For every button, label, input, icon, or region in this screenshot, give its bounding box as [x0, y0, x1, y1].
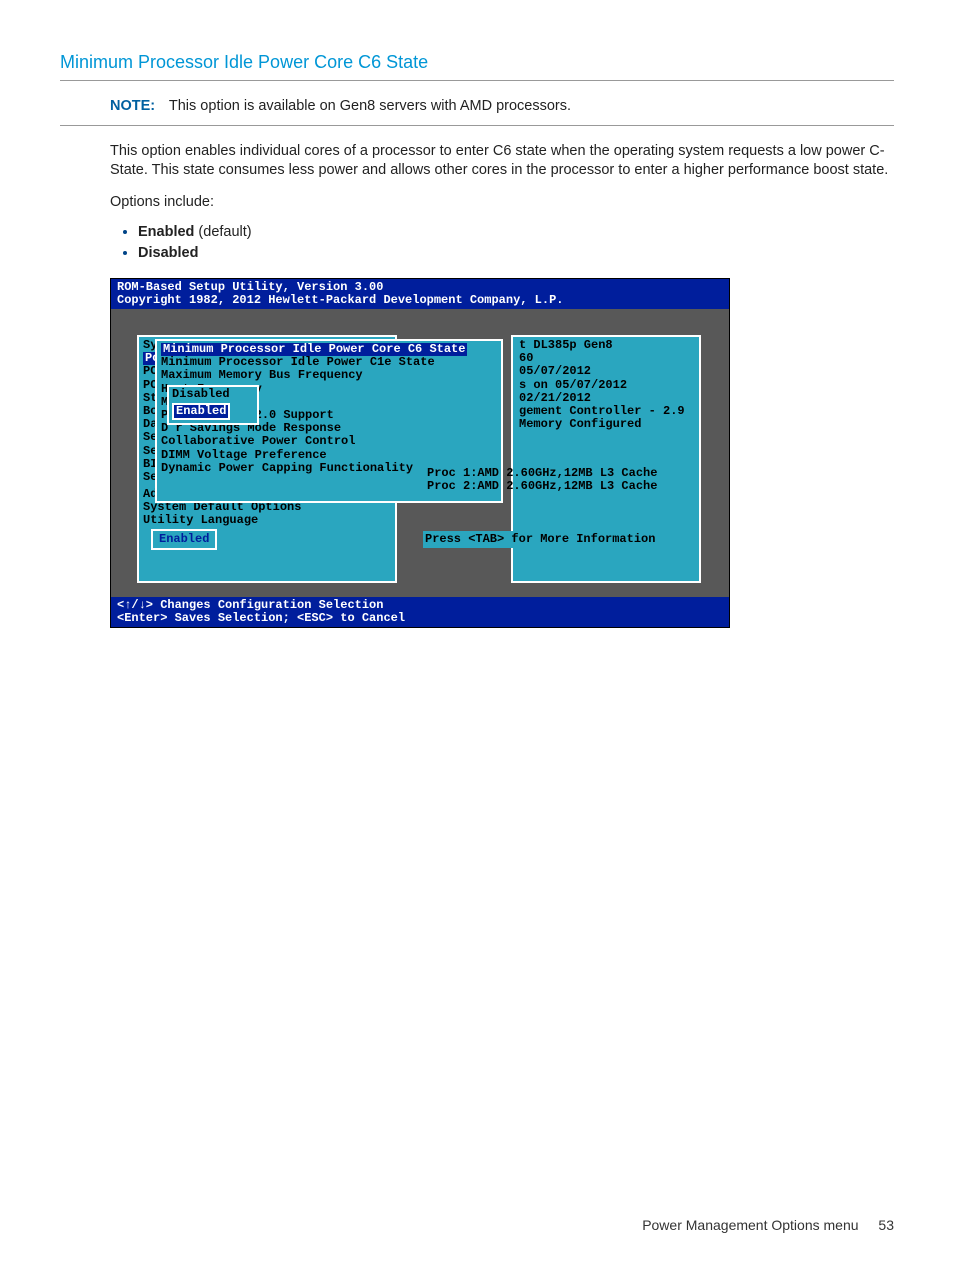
options-list: Enabled (default) Disabled — [110, 223, 894, 264]
options-intro: Options include: — [60, 187, 894, 219]
bios-footer: <↑/↓> Changes Configuration Selection <E… — [111, 597, 729, 627]
bios-info-line: 05/07/2012 — [519, 365, 693, 378]
section-heading: Minimum Processor Idle Power Core C6 Sta… — [60, 50, 894, 81]
page-footer-number: 53 — [878, 1217, 894, 1233]
note-row: NOTE: This option is available on Gen8 s… — [60, 91, 894, 126]
bios-screenshot: ROM-Based Setup Utility, Version 3.00 Co… — [110, 278, 730, 629]
option-enabled: Enabled (default) — [138, 223, 894, 243]
bios-popup-panel: Disabled Enabled — [167, 385, 259, 425]
page-footer-title: Power Management Options menu — [642, 1217, 858, 1233]
bios-header-line2: Copyright 1982, 2012 Hewlett-Packard Dev… — [117, 294, 723, 307]
note-label: NOTE: — [110, 98, 155, 114]
bios-proc2: Proc 2:AMD 2.60GHz,12MB L3 Cache — [427, 480, 657, 493]
bios-info-line: gement Controller - 2.9 — [519, 405, 693, 418]
bios-info-line: s on 05/07/2012 — [519, 379, 693, 392]
option-enabled-label: Enabled — [138, 224, 194, 240]
bios-footer-line2: <Enter> Saves Selection; <ESC> to Cancel — [117, 612, 723, 625]
bios-menu-item[interactable]: Maximum Memory Bus Frequency — [161, 369, 497, 382]
option-disabled: Disabled — [138, 244, 894, 264]
bios-header: ROM-Based Setup Utility, Version 3.00 Co… — [111, 279, 729, 309]
option-enabled-suffix: (default) — [194, 224, 251, 240]
bios-menu-item[interactable]: DIMM Voltage Preference — [161, 449, 497, 462]
option-disabled-label: Disabled — [138, 245, 198, 261]
bios-tab-hint: Press <TAB> for More Information — [423, 531, 657, 548]
bios-system-default-options: System Default Options — [143, 501, 391, 514]
bios-header-line1: ROM-Based Setup Utility, Version 3.00 — [117, 281, 723, 294]
bios-body: Sy Po PC PC St Bo Da Se Se BI Se AdvaAdv… — [111, 309, 729, 597]
description-paragraph: This option enables individual cores of … — [60, 136, 894, 187]
bios-menu-item[interactable]: Collaborative Power Control — [161, 435, 497, 448]
note-text: This option is available on Gen8 servers… — [169, 98, 571, 114]
bios-status-box: Enabled — [151, 529, 217, 550]
bios-popup-option-enabled-selected[interactable]: Enabled — [172, 403, 230, 420]
bios-info-line: 60 — [519, 352, 693, 365]
page-footer: Power Management Options menu 53 — [642, 1216, 894, 1235]
bios-utility-language: Utility Language — [143, 514, 391, 527]
bios-info-line: t DL385p Gen8 — [519, 339, 693, 352]
bios-info-line: Memory Configured — [519, 418, 693, 431]
bios-info-line: 02/21/2012 — [519, 392, 693, 405]
bios-popup-option-disabled[interactable]: Disabled — [172, 388, 254, 401]
